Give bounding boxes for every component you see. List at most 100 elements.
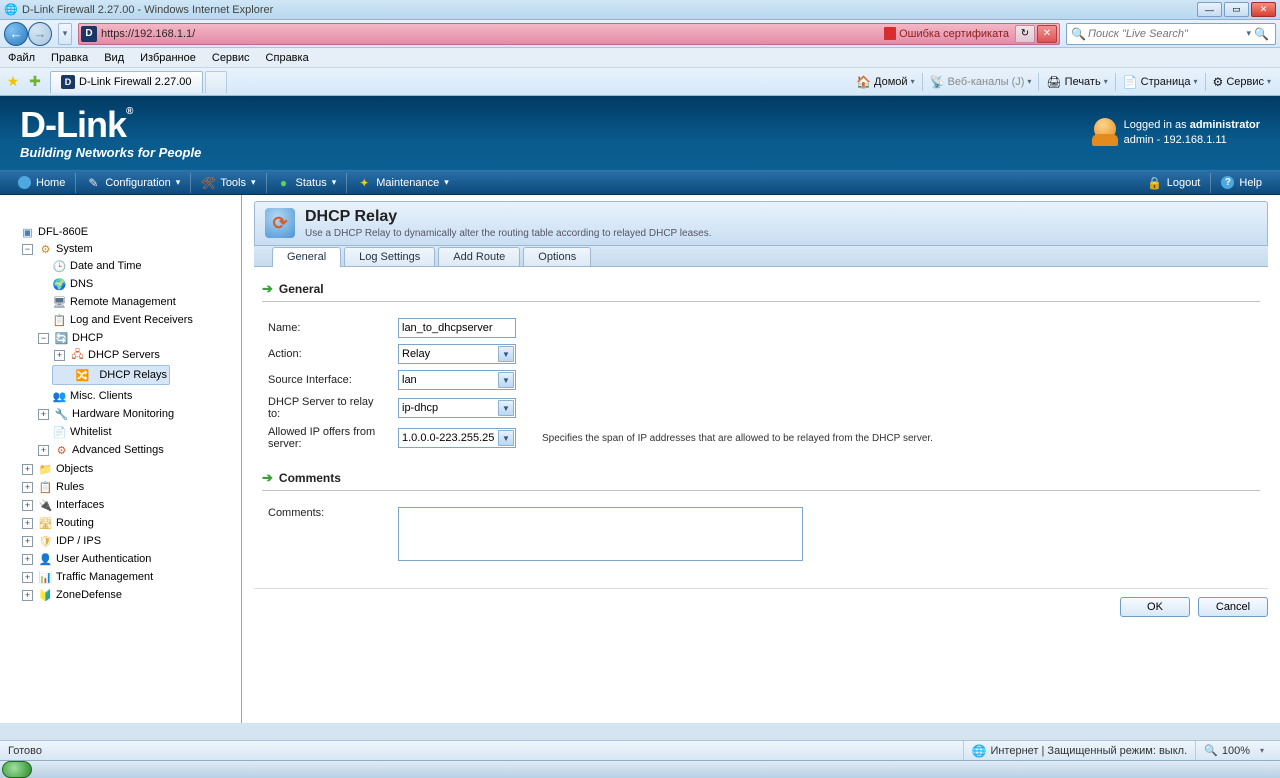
expand-icon[interactable]: + xyxy=(54,350,65,361)
menu-help[interactable]: Справка xyxy=(266,52,309,64)
tree-root[interactable]: ▣DFL-860E xyxy=(4,224,241,240)
chevron-down-icon: ▼ xyxy=(498,430,514,446)
collapse-icon[interactable]: − xyxy=(22,244,33,255)
tree-date-time[interactable]: 🕒Date and Time xyxy=(36,258,241,274)
new-tab-button[interactable] xyxy=(205,71,227,93)
textarea-comments[interactable] xyxy=(398,507,803,561)
tree-dns[interactable]: 🌍DNS xyxy=(36,276,241,292)
help-icon: ? xyxy=(1221,176,1234,189)
expand-icon[interactable]: + xyxy=(22,500,33,511)
input-name[interactable] xyxy=(398,318,516,338)
menu-logout[interactable]: 🔒Logout xyxy=(1138,171,1211,194)
menu-edit[interactable]: Правка xyxy=(51,52,88,64)
ie-icon: 🌐 xyxy=(4,3,18,17)
expand-icon[interactable]: + xyxy=(22,464,33,475)
ie-tools-button[interactable]: ⚙Сервис▾ xyxy=(1208,71,1276,93)
menu-favorites[interactable]: Избранное xyxy=(140,52,196,64)
menu-status[interactable]: ●Status▾ xyxy=(267,171,347,194)
expand-icon[interactable]: + xyxy=(22,518,33,529)
search-go-icon[interactable]: 🔍 xyxy=(1254,27,1268,41)
menu-tools[interactable]: 🛠Tools▾ xyxy=(191,171,265,194)
tree-dhcp-relays[interactable]: 🔀DHCP Relays xyxy=(52,365,170,385)
tree-advanced[interactable]: +⚙Advanced Settings xyxy=(36,442,241,458)
tree-objects[interactable]: +📁Objects xyxy=(20,461,241,477)
tree-dhcp-servers[interactable]: +🖧DHCP Servers xyxy=(52,347,241,363)
shield-icon xyxy=(884,27,896,40)
menu-view[interactable]: Вид xyxy=(104,52,124,64)
label-dhcp-server: DHCP Server to relay to: xyxy=(262,396,392,420)
menu-help[interactable]: ?Help xyxy=(1211,171,1272,194)
tree-idp[interactable]: +🛡IDP / IPS xyxy=(20,533,241,549)
cancel-button[interactable]: Cancel xyxy=(1198,597,1268,617)
window-title: D-Link Firewall 2.27.00 - Windows Intern… xyxy=(22,4,1197,16)
tree-zonedefense[interactable]: +🔰ZoneDefense xyxy=(20,587,241,603)
browser-tab[interactable]: D D-Link Firewall 2.27.00 xyxy=(50,71,203,93)
expand-icon[interactable]: + xyxy=(22,572,33,583)
search-input[interactable] xyxy=(1088,28,1243,40)
expand-icon[interactable]: + xyxy=(22,590,33,601)
favorites-star-icon[interactable]: ★ xyxy=(4,73,22,91)
select-source-interface[interactable]: lan▼ xyxy=(398,370,516,390)
menu-home[interactable]: Home xyxy=(8,171,75,194)
select-allowed-ip[interactable]: 1.0.0.0-223.255.25▼ xyxy=(398,428,516,448)
certificate-error[interactable]: Ошибка сертификата xyxy=(878,27,1015,40)
stop-button[interactable]: ✕ xyxy=(1037,25,1057,43)
ie-feeds-button[interactable]: 📡Веб-каналы (J)▾ xyxy=(925,71,1037,93)
expand-icon[interactable]: + xyxy=(38,445,49,456)
tree-dhcp[interactable]: −🔄DHCP xyxy=(36,330,241,346)
section-general: ➔General Name: Action: Relay▼ Source Int… xyxy=(254,281,1268,456)
search-dropdown[interactable]: ▾ xyxy=(1243,28,1254,39)
status-zoom[interactable]: 🔍100%▾ xyxy=(1195,741,1272,760)
recent-pages-dropdown[interactable]: ▾ xyxy=(58,23,72,45)
minimize-button[interactable]: — xyxy=(1197,2,1222,17)
help-allowed-ip: Specifies the span of IP addresses that … xyxy=(522,426,939,450)
tree-system[interactable]: −⚙System xyxy=(20,241,241,257)
menu-configuration[interactable]: ✎Configuration▾ xyxy=(76,171,190,194)
tree-misc-clients[interactable]: 👥Misc. Clients xyxy=(36,388,241,404)
tab-add-route[interactable]: Add Route xyxy=(438,247,520,266)
section-comments-title: Comments xyxy=(279,471,341,485)
expand-icon[interactable]: + xyxy=(22,536,33,547)
tree-hardware-monitoring[interactable]: +🔧Hardware Monitoring xyxy=(36,406,241,422)
ie-home-button[interactable]: 🏠Домой▾ xyxy=(851,71,919,93)
menu-maintenance[interactable]: ✦Maintenance▾ xyxy=(347,171,459,194)
refresh-button[interactable]: ↻ xyxy=(1015,25,1035,43)
select-dhcp-server[interactable]: ip-dhcp▼ xyxy=(398,398,516,418)
expand-icon[interactable]: + xyxy=(22,554,33,565)
expand-icon[interactable]: + xyxy=(38,409,49,420)
tree-rules[interactable]: +📋Rules xyxy=(20,479,241,495)
wrench-icon: ✎ xyxy=(86,176,100,190)
forward-button[interactable]: → xyxy=(28,22,52,46)
section-arrow-icon: ➔ xyxy=(262,470,273,486)
menu-file[interactable]: Файл xyxy=(8,52,35,64)
search-bar[interactable]: 🔍 ▾ 🔍 xyxy=(1066,23,1276,45)
menu-tools[interactable]: Сервис xyxy=(212,52,250,64)
tree-traffic-mgmt[interactable]: +📊Traffic Management xyxy=(20,569,241,585)
close-button[interactable]: ✕ xyxy=(1251,2,1276,17)
ie-print-button[interactable]: 🖨Печать▾ xyxy=(1041,71,1112,93)
search-icon: 🔍 xyxy=(1071,27,1085,41)
dhcp-relay-icon xyxy=(265,208,295,238)
tree-interfaces[interactable]: +🔌Interfaces xyxy=(20,497,241,513)
tree-log-receivers[interactable]: 📋Log and Event Receivers xyxy=(36,312,241,328)
tab-log-settings[interactable]: Log Settings xyxy=(344,247,435,266)
start-button[interactable] xyxy=(2,761,32,778)
address-bar[interactable]: D https://192.168.1.1/ Ошибка сертификат… xyxy=(78,23,1060,45)
add-favorite-icon[interactable]: ✚ xyxy=(26,73,44,91)
select-action[interactable]: Relay▼ xyxy=(398,344,516,364)
idp-icon: 🛡 xyxy=(38,534,53,548)
maximize-button[interactable]: ▭ xyxy=(1224,2,1249,17)
tab-options[interactable]: Options xyxy=(523,247,591,266)
ok-button[interactable]: OK xyxy=(1120,597,1190,617)
expand-icon[interactable]: + xyxy=(22,482,33,493)
back-button[interactable]: ← xyxy=(4,22,28,46)
url-text: https://192.168.1.1/ xyxy=(101,28,878,40)
tree-whitelist[interactable]: 📄Whitelist xyxy=(36,424,241,440)
gear-icon: ⚙ xyxy=(38,242,53,256)
tree-remote-mgmt[interactable]: 🖥Remote Management xyxy=(36,294,241,310)
tab-general[interactable]: General xyxy=(272,247,341,267)
tree-routing[interactable]: +🛣Routing xyxy=(20,515,241,531)
collapse-icon[interactable]: − xyxy=(38,333,49,344)
ie-page-button[interactable]: 📄Страница▾ xyxy=(1118,71,1203,93)
tree-user-auth[interactable]: +👤User Authentication xyxy=(20,551,241,567)
